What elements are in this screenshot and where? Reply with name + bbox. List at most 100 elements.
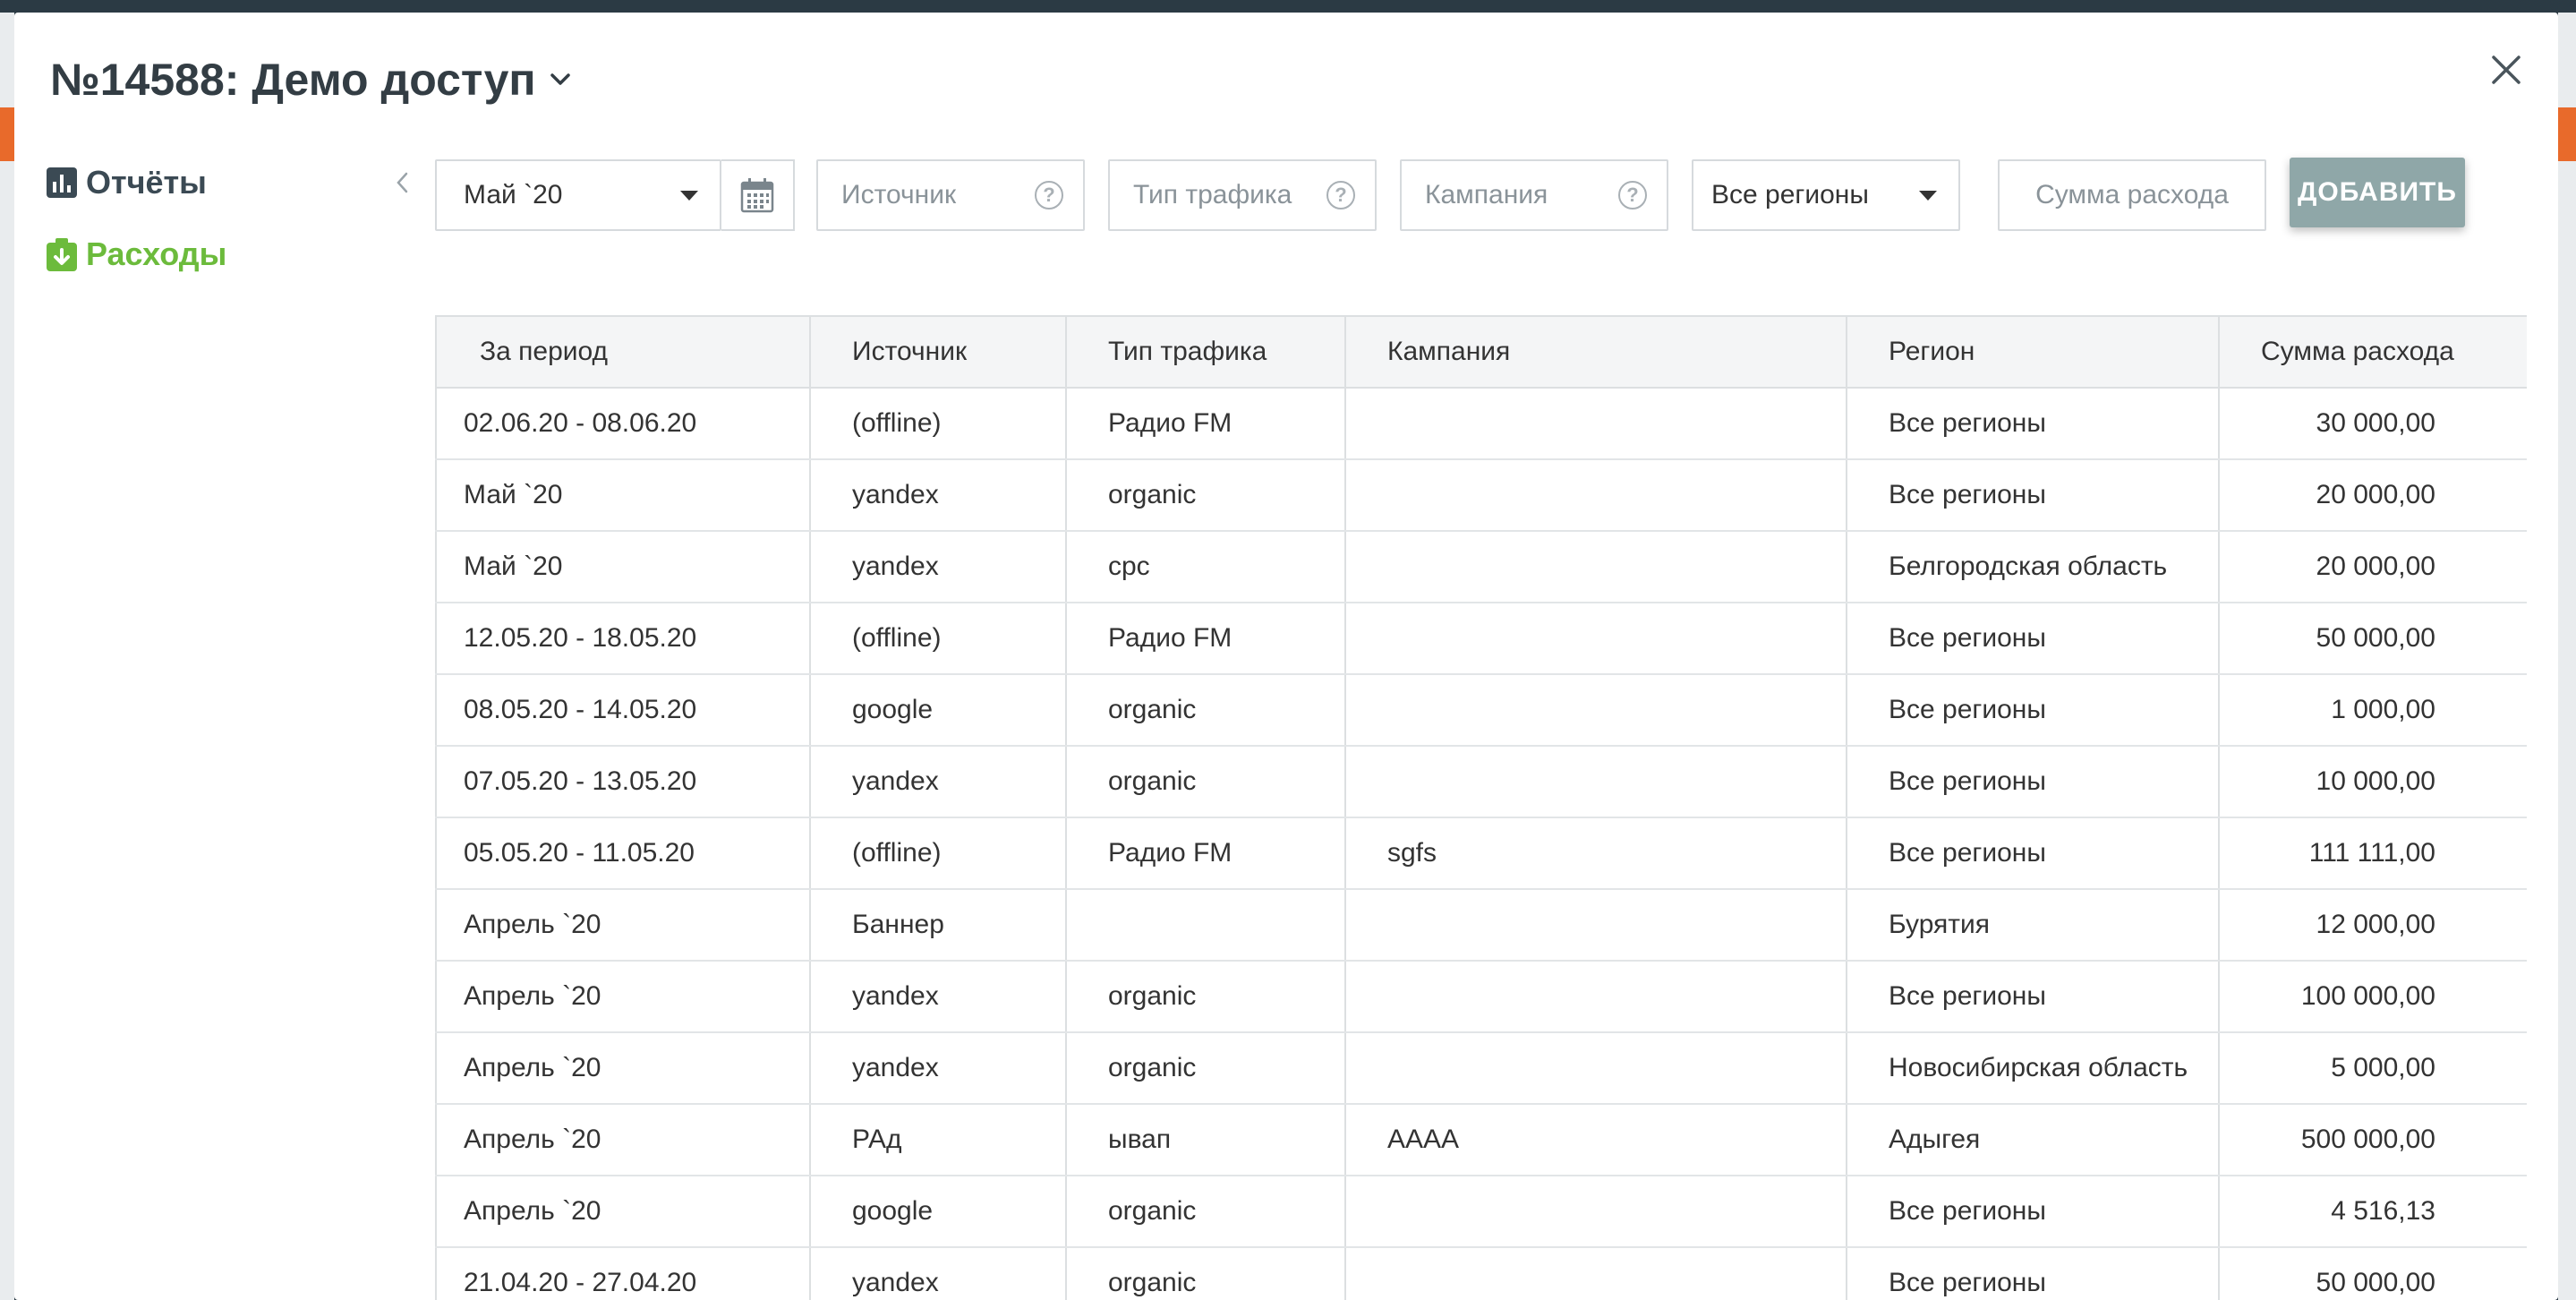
cell-traffic-type: Радио FM <box>1065 603 1345 675</box>
close-button[interactable] <box>2485 48 2528 91</box>
cell-amount: 30 000,00 <box>2218 388 2527 460</box>
cell-period: 12.05.20 - 18.05.20 <box>435 603 810 675</box>
cell-region: Все регионы <box>1846 961 2219 1033</box>
calendar-button[interactable] <box>721 159 795 231</box>
collapse-sidebar-button[interactable] <box>388 165 415 201</box>
cell-amount: 10 000,00 <box>2218 746 2527 818</box>
background-app-accent-right <box>2558 107 2576 161</box>
costs-table-container: За период Источник Тип трафика Кампания Реги… <box>435 315 2558 1300</box>
table-row[interactable]: 08.05.20 - 14.05.20 google organic Все реги… <box>435 674 2527 747</box>
cell-amount: 4 516,13 <box>2218 1176 2527 1248</box>
cell-region: Все регионы <box>1846 674 2219 747</box>
cell-amount: 111 111,00 <box>2218 817 2527 890</box>
sidebar-item-reports[interactable]: Отчёты <box>45 147 403 218</box>
cell-amount: 1 000,00 <box>2218 674 2527 747</box>
table-body: 02.06.20 - 08.06.20 (offline) Радио FM Все … <box>435 388 2527 1300</box>
campaign-input[interactable]: Кампания ? <box>1400 159 1668 231</box>
cell-traffic-type: organic <box>1065 1032 1345 1105</box>
download-clipboard-icon <box>45 237 79 271</box>
cell-period: 08.05.20 - 14.05.20 <box>435 674 810 747</box>
cell-period: 07.05.20 - 13.05.20 <box>435 746 810 818</box>
cell-amount: 50 000,00 <box>2218 1247 2527 1300</box>
cell-region: Все регионы <box>1846 746 2219 818</box>
campaign-placeholder: Кампания <box>1425 180 1548 210</box>
cell-region: Адыгея <box>1846 1104 2219 1176</box>
sidebar-item-costs[interactable]: Расходы <box>45 218 403 290</box>
help-icon[interactable]: ? <box>1326 181 1355 210</box>
costs-modal: №14588: Демо доступ Отчёты Расходы Май `… <box>14 13 2558 1300</box>
cell-traffic-type: Радио FM <box>1065 817 1345 890</box>
region-select[interactable]: Все регионы <box>1692 159 1960 231</box>
cell-source: yandex <box>809 746 1066 818</box>
cell-source: yandex <box>809 531 1066 603</box>
cell-amount: 500 000,00 <box>2218 1104 2527 1176</box>
add-button[interactable]: ДОБАВИТЬ <box>2290 158 2465 227</box>
amount-input[interactable]: Сумма расхода <box>1998 159 2266 231</box>
traffic-type-placeholder: Тип трафика <box>1133 180 1292 210</box>
cell-region: Все регионы <box>1846 817 2219 890</box>
cell-traffic-type: organic <box>1065 459 1345 532</box>
header-source[interactable]: Источник <box>809 315 1066 389</box>
cell-amount: 5 000,00 <box>2218 1032 2527 1105</box>
cell-region: Все регионы <box>1846 1247 2219 1300</box>
cell-traffic-type: organic <box>1065 674 1345 747</box>
modal-header: №14588: Демо доступ <box>50 39 574 120</box>
modal-title[interactable]: №14588: Демо доступ <box>50 54 536 106</box>
cell-period: Апрель `20 <box>435 1104 810 1176</box>
cell-period: 02.06.20 - 08.06.20 <box>435 388 810 460</box>
cell-region: Белгородская область <box>1846 531 2219 603</box>
cell-region: Все регионы <box>1846 603 2219 675</box>
cell-source: (offline) <box>809 603 1066 675</box>
cell-amount: 12 000,00 <box>2218 889 2527 962</box>
table-row[interactable]: 21.04.20 - 27.04.20 yandex organic Все реги… <box>435 1247 2527 1300</box>
cell-source: (offline) <box>809 817 1066 890</box>
help-icon[interactable]: ? <box>1618 181 1647 210</box>
cell-campaign <box>1344 961 1847 1033</box>
header-region[interactable]: Регион <box>1846 315 2219 389</box>
table-row[interactable]: Апрель `20 yandex organic Новосибирская обл… <box>435 1032 2527 1105</box>
cell-region: Все регионы <box>1846 1176 2219 1248</box>
header-traffic-type[interactable]: Тип трафика <box>1065 315 1345 389</box>
cell-traffic-type <box>1065 889 1345 962</box>
table-row[interactable]: Апрель `20 yandex organic Все регионы 100 00… <box>435 961 2527 1033</box>
cell-region: Все регионы <box>1846 459 2219 532</box>
table-row[interactable]: 02.06.20 - 08.06.20 (offline) Радио FM Все … <box>435 388 2527 460</box>
table-row[interactable]: Апрель `20 Баннер Бурятия 12 000,00 <box>435 889 2527 962</box>
table-row[interactable]: Май `20 yandex organic Все регионы 20 000,00 <box>435 459 2527 532</box>
help-icon[interactable]: ? <box>1035 181 1063 210</box>
cell-traffic-type: Радио FM <box>1065 388 1345 460</box>
cell-campaign <box>1344 674 1847 747</box>
source-input[interactable]: Источник ? <box>816 159 1085 231</box>
table-row[interactable]: 12.05.20 - 18.05.20 (offline) Радио FM Все … <box>435 603 2527 675</box>
cell-amount: 100 000,00 <box>2218 961 2527 1033</box>
header-campaign[interactable]: Кампания <box>1344 315 1847 389</box>
cell-period: Май `20 <box>435 531 810 603</box>
traffic-type-input[interactable]: Тип трафика ? <box>1108 159 1377 231</box>
cell-traffic-type: organic <box>1065 1247 1345 1300</box>
caret-down-icon <box>680 190 698 201</box>
cell-source: РАд <box>809 1104 1066 1176</box>
table-row[interactable]: 07.05.20 - 13.05.20 yandex organic Все реги… <box>435 746 2527 818</box>
calendar-icon <box>740 178 774 213</box>
cell-amount: 20 000,00 <box>2218 531 2527 603</box>
source-placeholder: Источник <box>841 180 957 210</box>
table-row[interactable]: Апрель `20 google organic Все регионы 4 516,… <box>435 1176 2527 1248</box>
table-row[interactable]: Апрель `20 РАд ывап АААА Адыгея 500 000,00 <box>435 1104 2527 1176</box>
cell-campaign <box>1344 889 1847 962</box>
cell-traffic-type: ывап <box>1065 1104 1345 1176</box>
table-row[interactable]: 05.05.20 - 11.05.20 (offline) Радио FM sgfs… <box>435 817 2527 890</box>
sidebar: Отчёты Расходы <box>45 147 403 290</box>
amount-placeholder: Сумма расхода <box>2035 180 2229 210</box>
header-amount[interactable]: Сумма расхода <box>2218 315 2527 389</box>
chevron-down-icon[interactable] <box>549 67 574 92</box>
period-value: Май `20 <box>464 180 563 210</box>
cell-source: (offline) <box>809 388 1066 460</box>
cell-campaign <box>1344 1247 1847 1300</box>
table-row[interactable]: Май `20 yandex cpc Белгородская область 20 0… <box>435 531 2527 603</box>
costs-table: За период Источник Тип трафика Кампания Реги… <box>435 315 2527 1300</box>
cell-campaign <box>1344 459 1847 532</box>
cell-period: 05.05.20 - 11.05.20 <box>435 817 810 890</box>
sidebar-item-label: Расходы <box>86 235 227 272</box>
header-period[interactable]: За период <box>435 315 810 389</box>
period-select[interactable]: Май `20 <box>435 159 721 231</box>
